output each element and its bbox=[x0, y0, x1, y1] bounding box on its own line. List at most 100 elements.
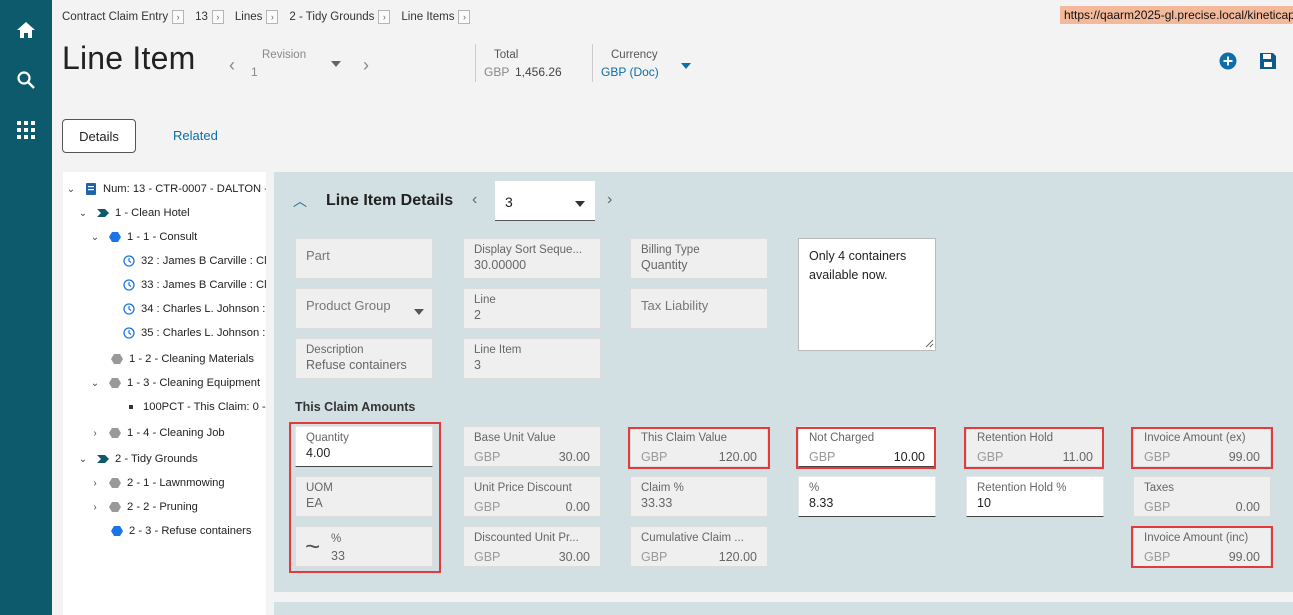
search-icon[interactable] bbox=[14, 68, 38, 92]
revision-dropdown-icon[interactable] bbox=[331, 61, 341, 67]
currency-code: GBP bbox=[1144, 500, 1171, 514]
tree-node[interactable]: 1 - 2 - Cleaning Materials bbox=[111, 350, 254, 368]
breadcrumb-item[interactable]: Contract Claim Entry bbox=[62, 11, 168, 23]
tree-node[interactable]: 1 - Clean Hotel bbox=[97, 204, 190, 222]
line-value: 2 bbox=[474, 308, 481, 322]
hexagon-blue-icon bbox=[109, 232, 121, 242]
chevron-right-icon[interactable]: › bbox=[172, 10, 185, 24]
description-value: Refuse containers bbox=[306, 358, 407, 372]
tab-details[interactable]: Details bbox=[62, 119, 136, 153]
product-group-field[interactable]: Product Group bbox=[295, 288, 433, 329]
cumulative-value: 120.00 bbox=[718, 550, 757, 564]
description-field[interactable]: Description Refuse containers bbox=[295, 338, 433, 379]
tree-node-label: 100PCT - This Claim: 0 - T bbox=[143, 401, 266, 413]
chevron-up-icon[interactable]: ︿ bbox=[293, 191, 307, 211]
chevron-tag-icon bbox=[97, 455, 109, 463]
chevron-down-icon[interactable]: ⌄ bbox=[90, 232, 100, 243]
breadcrumb-item[interactable]: Lines bbox=[235, 11, 263, 23]
resize-grip-icon[interactable] bbox=[925, 339, 934, 348]
base-unit-value-field: Base Unit Value GBP 30.00 bbox=[463, 426, 601, 467]
home-icon[interactable] bbox=[14, 18, 38, 42]
apps-grid-icon[interactable] bbox=[14, 118, 38, 142]
chevron-right-icon[interactable]: › bbox=[266, 10, 279, 24]
part-label: Part bbox=[306, 248, 330, 263]
clock-icon bbox=[123, 279, 135, 291]
tree-node-label: 35 : Charles L. Johnson : bbox=[141, 327, 266, 339]
chevron-right-icon[interactable]: › bbox=[90, 428, 100, 439]
line-label: Line bbox=[474, 294, 496, 306]
retention-pct-value: 10 bbox=[977, 496, 991, 510]
chevron-down-icon[interactable]: ⌄ bbox=[90, 378, 100, 389]
tree-node[interactable]: 1 - 1 - Consult bbox=[109, 228, 197, 246]
chevron-right-icon[interactable]: › bbox=[363, 55, 369, 76]
chevron-left-icon[interactable]: ‹ bbox=[472, 191, 477, 209]
comment-textarea[interactable]: Only 4 containers available now. bbox=[798, 238, 936, 351]
tree-node[interactable]: 2 - 3 - Refuse containers bbox=[111, 522, 252, 540]
chevron-down-icon[interactable]: ⌄ bbox=[66, 184, 76, 195]
cumulative-claim-field: Cumulative Claim ... GBP 120.00 bbox=[630, 526, 768, 567]
display-sort-field[interactable]: Display Sort Seque... 30.00000 bbox=[463, 238, 601, 279]
revision-value[interactable]: 1 bbox=[251, 65, 258, 79]
panel-title: Line Item Details bbox=[326, 192, 454, 209]
hexagon-gray-icon bbox=[109, 478, 121, 488]
breadcrumb-item[interactable]: Line Items bbox=[401, 11, 454, 23]
chevron-down-icon[interactable] bbox=[414, 309, 424, 315]
currency-label: Currency bbox=[611, 49, 658, 61]
line-field[interactable]: Line 2 bbox=[463, 288, 601, 329]
tree-node[interactable]: 2 - Tidy Grounds bbox=[97, 450, 198, 468]
tab-related[interactable]: Related bbox=[173, 128, 218, 143]
save-icon[interactable] bbox=[1259, 52, 1277, 70]
tree-node-label: 1 - 3 - Cleaning Equipment bbox=[127, 377, 261, 389]
currency-dropdown-icon[interactable] bbox=[681, 63, 691, 69]
chevron-right-icon[interactable]: › bbox=[607, 191, 612, 209]
breadcrumb-item[interactable]: 13 bbox=[195, 11, 208, 23]
hexagon-blue-icon bbox=[111, 526, 123, 536]
tree-node[interactable]: 33 : James B Carville : Cl bbox=[123, 276, 266, 294]
chevron-left-icon[interactable]: ‹ bbox=[229, 55, 235, 76]
tree-node-label: 2 - 3 - Refuse containers bbox=[129, 525, 252, 537]
chevron-down-icon[interactable]: ⌄ bbox=[78, 454, 88, 465]
tree-node[interactable]: 2 - 2 - Pruning bbox=[109, 498, 198, 516]
tree-node-label: 1 - 2 - Cleaning Materials bbox=[129, 353, 254, 365]
billing-type-field[interactable]: Billing Type Quantity bbox=[630, 238, 768, 279]
tax-liability-field[interactable]: Tax Liability bbox=[630, 288, 768, 329]
chevron-right-icon[interactable]: › bbox=[90, 478, 100, 489]
tree-node[interactable]: 100PCT - This Claim: 0 - T bbox=[125, 398, 266, 416]
currency-select[interactable]: GBP (Doc) bbox=[601, 65, 659, 79]
selector-dropdown-icon[interactable] bbox=[575, 201, 585, 207]
discounted-unit-price-field: Discounted Unit Pr... GBP 30.00 bbox=[463, 526, 601, 567]
highlight-box bbox=[964, 427, 1104, 469]
tree-node[interactable]: 35 : Charles L. Johnson : bbox=[123, 324, 265, 342]
tree-node[interactable]: 1 - 3 - Cleaning Equipment bbox=[109, 374, 260, 392]
tree-node[interactable]: Num: 13 - CTR-0007 - DALTON - F bbox=[85, 180, 266, 198]
not-charged-percent-field[interactable]: % 8.33 bbox=[798, 476, 936, 517]
revision-label: Revision bbox=[262, 49, 307, 61]
retention-hold-percent-field[interactable]: Retention Hold % 10 bbox=[966, 476, 1104, 517]
tree-node-label: Num: 13 - CTR-0007 - DALTON - F bbox=[103, 183, 266, 195]
divider bbox=[592, 44, 593, 82]
taxes-field: Taxes GBP 0.00 bbox=[1133, 476, 1271, 517]
clock-icon bbox=[123, 303, 135, 315]
chevron-right-icon[interactable]: › bbox=[378, 10, 391, 24]
line-item-field[interactable]: Line Item 3 bbox=[463, 338, 601, 379]
tax-liability-label: Tax Liability bbox=[641, 298, 709, 313]
divider bbox=[475, 44, 476, 82]
tree-node[interactable]: 34 : Charles L. Johnson : bbox=[123, 300, 265, 318]
claim-pct-value: 33.33 bbox=[641, 496, 673, 510]
tree-node[interactable]: 32 : James B Carville : Cl bbox=[123, 252, 266, 270]
section-title: This Claim Amounts bbox=[295, 400, 416, 414]
claim-pct-label: Claim % bbox=[641, 482, 684, 494]
claim-percent-field: Claim % 33.33 bbox=[630, 476, 768, 517]
breadcrumb-item[interactable]: 2 - Tidy Grounds bbox=[289, 11, 374, 23]
nav-rail bbox=[0, 0, 52, 615]
chevron-right-icon[interactable]: › bbox=[458, 10, 471, 24]
part-field[interactable]: Part bbox=[295, 238, 433, 279]
highlight-box bbox=[289, 422, 441, 573]
chevron-down-icon[interactable]: ⌄ bbox=[78, 208, 88, 219]
chevron-right-icon[interactable]: › bbox=[211, 10, 224, 24]
add-new-icon[interactable] bbox=[1219, 52, 1237, 70]
tree-node-label: 32 : James B Carville : Cl bbox=[141, 255, 266, 267]
tree-node[interactable]: 2 - 1 - Lawnmowing bbox=[109, 474, 225, 492]
tree-node[interactable]: 1 - 4 - Cleaning Job bbox=[109, 424, 225, 442]
chevron-right-icon[interactable]: › bbox=[90, 502, 100, 513]
